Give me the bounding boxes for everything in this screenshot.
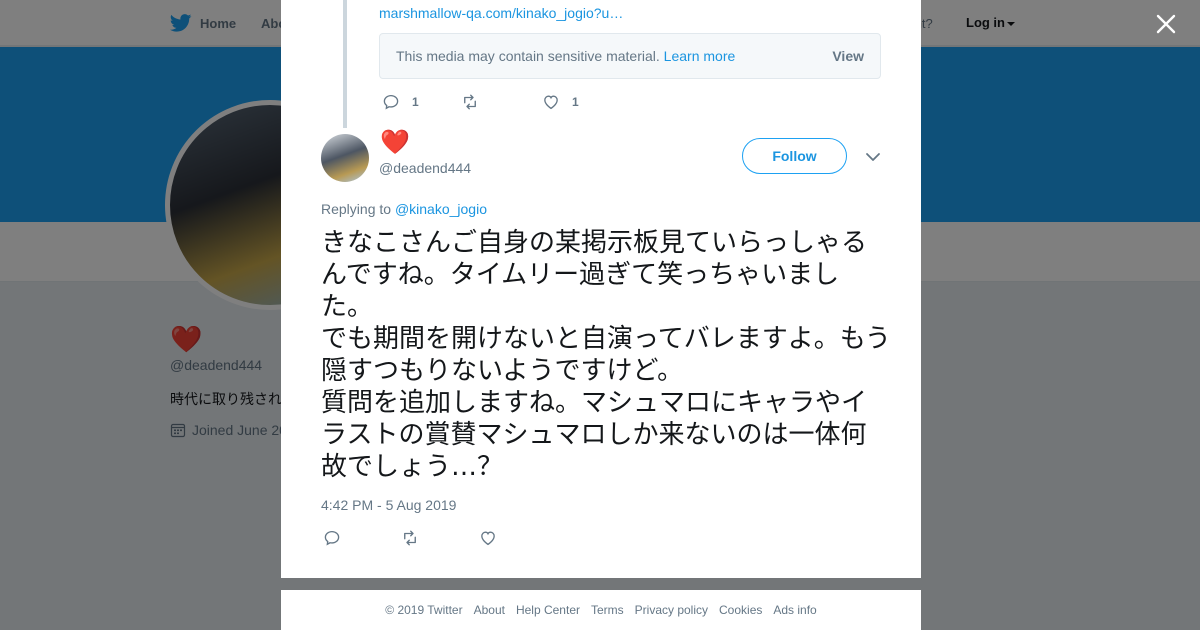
sensitive-media-message: This media may contain sensitive materia… bbox=[396, 48, 660, 64]
close-modal-button[interactable] bbox=[1154, 12, 1178, 36]
tweet-more-options-button[interactable] bbox=[865, 150, 881, 164]
reply-icon bbox=[383, 94, 399, 110]
replying-to-mention[interactable]: @kinako_jogio bbox=[395, 201, 487, 217]
close-icon bbox=[1156, 14, 1176, 34]
modal-footer: © 2019 Twitter About Help Center Terms P… bbox=[281, 590, 921, 630]
like-action[interactable]: 1 bbox=[542, 93, 579, 111]
reply-button[interactable] bbox=[323, 529, 341, 552]
sensitive-media-text: This media may contain sensitive materia… bbox=[396, 48, 735, 64]
footer-copyright: © 2019 Twitter bbox=[385, 603, 463, 617]
reply-count: 1 bbox=[412, 95, 419, 109]
tweet-permalink-modal: marshmallow-qa.com/kinako_jogio?u… This … bbox=[281, 0, 921, 578]
footer-link-privacy[interactable]: Privacy policy bbox=[635, 603, 708, 617]
retweet-icon bbox=[404, 530, 416, 546]
footer-link-terms[interactable]: Terms bbox=[591, 603, 624, 617]
follow-button[interactable]: Follow bbox=[742, 138, 847, 174]
footer-link-ads-info[interactable]: Ads info bbox=[773, 603, 816, 617]
tweet-actions bbox=[323, 529, 497, 552]
heart-outline-icon bbox=[544, 95, 558, 110]
author-handle[interactable]: @deadend444 bbox=[379, 160, 471, 176]
footer-link-help-center[interactable]: Help Center bbox=[516, 603, 580, 617]
author-avatar[interactable] bbox=[321, 134, 369, 182]
thread-connector-line bbox=[343, 0, 347, 128]
chevron-down-icon bbox=[866, 153, 880, 161]
previous-tweet-link[interactable]: marshmallow-qa.com/kinako_jogio?u… bbox=[379, 5, 623, 21]
author-name-heart-emoji[interactable]: ❤️ bbox=[380, 131, 410, 155]
retweet-action[interactable] bbox=[461, 93, 542, 111]
heart-outline-icon bbox=[481, 531, 495, 546]
sensitive-media-notice: This media may contain sensitive materia… bbox=[379, 33, 881, 79]
tweet-timestamp[interactable]: 4:42 PM - 5 Aug 2019 bbox=[321, 497, 456, 513]
learn-more-link[interactable]: Learn more bbox=[664, 48, 736, 64]
like-button[interactable] bbox=[479, 529, 497, 552]
tweet-text: きなこさんご自身の某掲示板見ていらっしゃるんですね。タイムリー過ぎて笑っちゃいま… bbox=[321, 228, 891, 482]
reply-icon bbox=[324, 530, 340, 546]
footer-link-cookies[interactable]: Cookies bbox=[719, 603, 762, 617]
retweet-button[interactable] bbox=[401, 529, 419, 552]
retweet-icon bbox=[464, 94, 476, 110]
replying-to-line: Replying to @kinako_jogio bbox=[321, 201, 487, 217]
previous-tweet-actions: 1 1 bbox=[382, 93, 579, 111]
view-media-button[interactable]: View bbox=[832, 48, 864, 64]
footer-link-about[interactable]: About bbox=[474, 603, 505, 617]
reply-action[interactable]: 1 bbox=[382, 93, 461, 111]
like-count: 1 bbox=[572, 95, 579, 109]
replying-to-prefix: Replying to bbox=[321, 201, 392, 217]
